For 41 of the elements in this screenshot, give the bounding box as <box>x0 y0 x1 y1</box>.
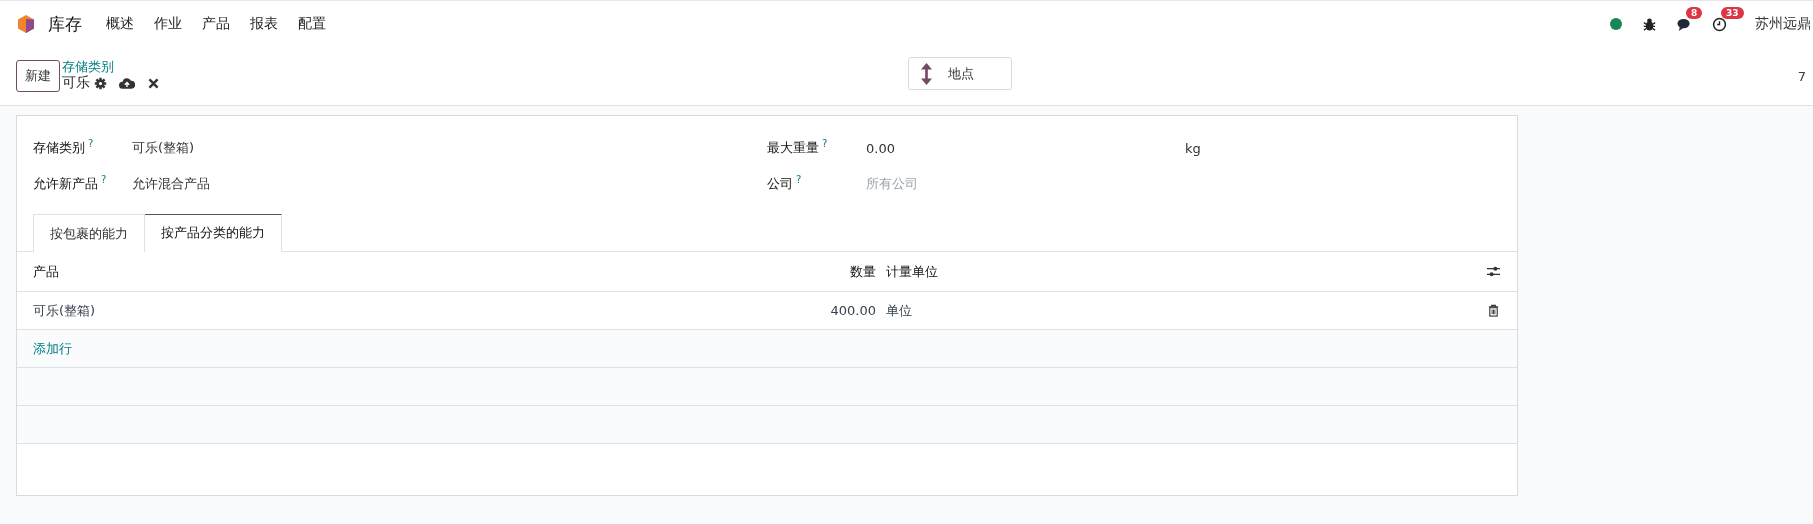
field-label: 存储类别 $^{?}$ <box>33 138 95 158</box>
record-title: 可乐 <box>62 74 90 92</box>
locations-button[interactable]: 地点 <box>908 57 1012 90</box>
column-header[interactable]: 产品 <box>33 262 776 281</box>
vertical-arrows-icon <box>921 62 932 85</box>
trash-icon[interactable] <box>1486 304 1501 317</box>
unit-label: kg <box>1185 140 1201 156</box>
menu-item[interactable]: 作业 <box>144 15 192 33</box>
company-name[interactable]: 苏州远鼎 <box>1755 15 1811 33</box>
tab[interactable]: 按包裹的能力 <box>33 214 145 252</box>
menu-item[interactable]: 配置 <box>288 15 336 33</box>
field-value[interactable]: 0.00 <box>866 140 1185 156</box>
table-cell-text: 可乐(整箱) <box>33 301 97 320</box>
field-label: 最大重量 $^{?}$ <box>767 138 829 158</box>
message-count-badge: 8 <box>1686 6 1703 19</box>
field-value[interactable]: 可乐(整箱) <box>132 139 195 157</box>
menu-item[interactable]: 概述 <box>96 15 144 33</box>
field-value[interactable]: 允许混合产品 <box>132 175 210 193</box>
field-label: 公司 $^{?}$ <box>767 174 803 194</box>
close-icon[interactable] <box>147 76 160 90</box>
app-name[interactable]: 库存 <box>48 12 82 36</box>
activity-count-badge: 33 <box>1721 6 1744 19</box>
bug-icon[interactable] <box>1642 16 1657 32</box>
settings-icon[interactable] <box>94 76 107 90</box>
field-label: 允许新产品 $^{?}$ <box>33 174 108 194</box>
add-line-link[interactable]: 添加行 <box>33 339 72 358</box>
column-header[interactable]: 数量 <box>776 262 876 281</box>
column-header[interactable]: 计量单位 <box>876 262 1486 281</box>
new-button[interactable]: 新建 <box>16 60 60 92</box>
breadcrumb-link[interactable]: 存储类别 <box>62 60 168 74</box>
menu-item[interactable]: 报表 <box>240 15 288 33</box>
chat-icon[interactable] <box>1677 16 1692 32</box>
table-cell-text: 单位 <box>885 301 913 320</box>
table-cell-text: 400.00 <box>829 303 876 318</box>
app-logo-icon[interactable] <box>16 13 36 35</box>
cloud-upload-icon[interactable] <box>119 76 135 90</box>
column-settings-icon[interactable] <box>1486 265 1501 278</box>
menu-item[interactable]: 产品 <box>192 15 240 33</box>
clock-icon[interactable] <box>1712 16 1727 32</box>
pager-value[interactable]: 7 <box>1797 68 1806 84</box>
tab[interactable]: 按产品分类的能力 <box>145 214 282 252</box>
